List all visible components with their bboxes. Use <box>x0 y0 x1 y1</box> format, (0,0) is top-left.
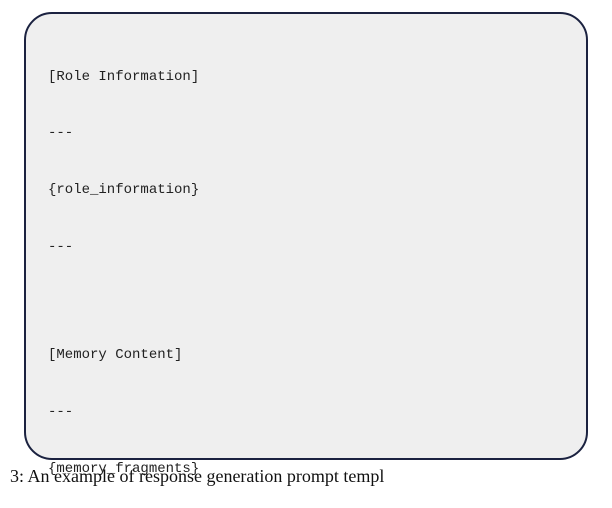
separator: --- <box>48 403 564 422</box>
figure-number: 3 <box>10 466 19 486</box>
memory-header-line: [Memory Content] <box>48 346 564 365</box>
figure-caption-text: : An example of response generation prom… <box>19 466 384 486</box>
figure-caption: 3: An example of response generation pro… <box>10 466 612 487</box>
prompt-template-card: [Role Information] --- {role_information… <box>24 12 588 460</box>
spacer <box>48 294 564 308</box>
separator: --- <box>48 238 564 257</box>
role-placeholder-line: {role_information} <box>48 181 564 200</box>
role-header-line: [Role Information] <box>48 68 564 87</box>
separator: --- <box>48 124 564 143</box>
